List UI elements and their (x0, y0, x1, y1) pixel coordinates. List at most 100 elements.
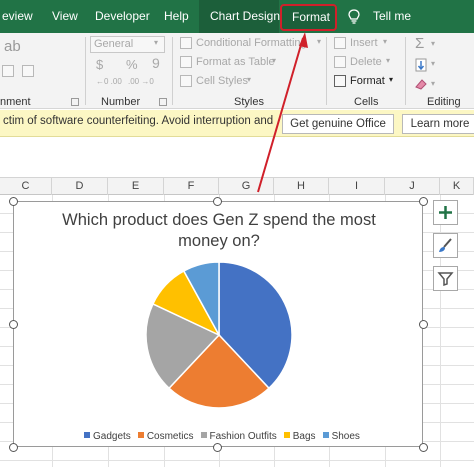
resize-handle-bottom-right[interactable] (419, 443, 428, 452)
get-genuine-office-button[interactable]: Get genuine Office (282, 114, 394, 134)
format-cells-icon (334, 75, 346, 87)
legend-item-fashion-outfits[interactable]: Fashion Outfits (200, 431, 277, 442)
decrease-decimal-button[interactable]: .00 →0 (128, 77, 154, 86)
legend-swatch (322, 432, 329, 438)
plus-icon (439, 206, 452, 219)
merge-center-icon[interactable] (2, 65, 14, 77)
column-header-f[interactable]: F (164, 178, 219, 195)
column-header-j[interactable]: J (385, 178, 440, 195)
legend-item-bags[interactable]: Bags (283, 431, 316, 442)
legend-label: Cosmetics (146, 431, 194, 442)
tab-view[interactable]: View (52, 0, 78, 33)
alignment-dialog-launcher-icon[interactable] (71, 98, 79, 106)
orientation-icon[interactable]: ab (4, 39, 21, 54)
column-header-i[interactable]: I (329, 178, 385, 195)
format-as-table-icon (180, 56, 192, 68)
legend-swatch (84, 432, 90, 438)
tab-help[interactable]: Help (164, 0, 189, 33)
chart-elements-button[interactable] (433, 200, 458, 225)
resize-handle-top-right[interactable] (419, 197, 428, 206)
chevron-down-icon: ▾ (247, 75, 252, 84)
notification-text: ctim of software counterfeiting. Avoid i… (3, 115, 274, 127)
resize-handle-top-left[interactable] (9, 197, 18, 206)
legend-label: Bags (292, 431, 316, 442)
column-header-h[interactable]: H (274, 178, 329, 195)
conditional-formatting-button[interactable]: Conditional Formatting (196, 37, 307, 49)
insert-button[interactable]: Insert (350, 37, 378, 49)
autosum-icon[interactable]: Σ (415, 36, 424, 51)
group-divider (85, 37, 86, 105)
tab-chart-design-label: Chart Design (210, 9, 281, 23)
chevron-down-icon: ▾ (317, 37, 322, 46)
chevron-down-icon: ▾ (431, 79, 436, 88)
chevron-down-icon: ▾ (431, 59, 436, 68)
legend-swatch (200, 432, 207, 438)
delete-cells-icon (334, 56, 346, 68)
chevron-down-icon: ▾ (154, 38, 159, 47)
pie-chart-object[interactable]: Which product does Gen Z spend the most … (13, 201, 423, 447)
chart-filters-button[interactable] (433, 266, 458, 291)
group-divider (172, 37, 173, 105)
column-header-c[interactable]: C (0, 178, 52, 195)
resize-handle-left[interactable] (9, 320, 18, 329)
ribbon-tab-bar: eview View Developer Help Chart Design F… (0, 0, 474, 33)
legend-item-gadgets[interactable]: Gadgets (84, 431, 131, 442)
number-dialog-launcher-icon[interactable] (159, 98, 167, 106)
tab-review[interactable]: eview (2, 0, 33, 33)
grid-line (0, 460, 474, 461)
chart-styles-button[interactable] (433, 233, 458, 258)
comma-style-button[interactable]: 9 (152, 55, 160, 71)
wrap-text-icon[interactable] (22, 65, 34, 77)
tab-format-label: Format (292, 10, 331, 24)
alignment-group-label: nment (0, 96, 31, 108)
tell-me-search[interactable]: Tell me (373, 0, 411, 33)
column-header-d[interactable]: D (52, 178, 108, 195)
ribbon: ab nment General ▾ $ % 9 ←0 .00 .00 →0 N… (0, 33, 474, 109)
number-format-select[interactable]: General ▾ (90, 36, 165, 53)
chevron-down-icon: ▾ (272, 56, 277, 65)
column-header-k[interactable]: K (440, 178, 474, 195)
chevron-down-icon: ▾ (431, 39, 436, 48)
tab-chart-design[interactable]: Chart Design (199, 0, 281, 33)
styles-group-label: Styles (234, 96, 264, 108)
insert-cells-icon (334, 37, 346, 49)
number-format-value: General (94, 38, 134, 50)
resize-handle-bottom[interactable] (213, 443, 222, 452)
legend-swatch (137, 432, 144, 438)
learn-more-button[interactable]: Learn more (402, 114, 474, 134)
eraser-icon[interactable] (414, 77, 428, 91)
percent-button[interactable]: % (126, 57, 138, 72)
tab-developer[interactable]: Developer (95, 0, 150, 33)
group-divider (326, 37, 327, 105)
legend-item-shoes[interactable]: Shoes (322, 431, 360, 442)
legend-item-cosmetics[interactable]: Cosmetics (137, 431, 194, 442)
delete-button[interactable]: Delete (350, 56, 382, 68)
cell-styles-button[interactable]: Cell Styles (196, 75, 248, 87)
lightbulb-icon (348, 9, 360, 24)
chart-title[interactable]: Which product does Gen Z spend the most … (54, 210, 384, 252)
chevron-down-icon: ▾ (383, 37, 388, 46)
column-headers: C D E F G H I J K (0, 177, 474, 195)
brush-icon (439, 238, 452, 252)
format-button[interactable]: Format (350, 75, 385, 87)
resize-handle-bottom-left[interactable] (9, 443, 18, 452)
chart-legend[interactable]: Gadgets Cosmetics Fashion Outfits Bags Shoes (84, 426, 367, 442)
conditional-formatting-icon (180, 37, 192, 49)
legend-label: Fashion Outfits (209, 431, 277, 442)
chevron-down-icon: ▾ (386, 56, 391, 65)
pie-plot-area[interactable] (144, 260, 294, 410)
cell-styles-icon (180, 75, 192, 87)
resize-handle-top[interactable] (213, 197, 222, 206)
fill-down-icon[interactable] (414, 58, 428, 72)
resize-handle-right[interactable] (419, 320, 428, 329)
editing-group-label: Editing (427, 96, 461, 108)
column-header-e[interactable]: E (108, 178, 164, 195)
currency-button[interactable]: $ (96, 57, 103, 72)
tab-format[interactable]: Format (280, 4, 337, 31)
legend-label: Gadgets (93, 431, 131, 442)
format-as-table-button[interactable]: Format as Table (196, 56, 275, 68)
chevron-down-icon: ▾ (389, 75, 394, 84)
column-header-g[interactable]: G (219, 178, 274, 195)
number-group-label: Number (101, 96, 141, 108)
increase-decimal-button[interactable]: ←0 .00 (96, 77, 122, 86)
